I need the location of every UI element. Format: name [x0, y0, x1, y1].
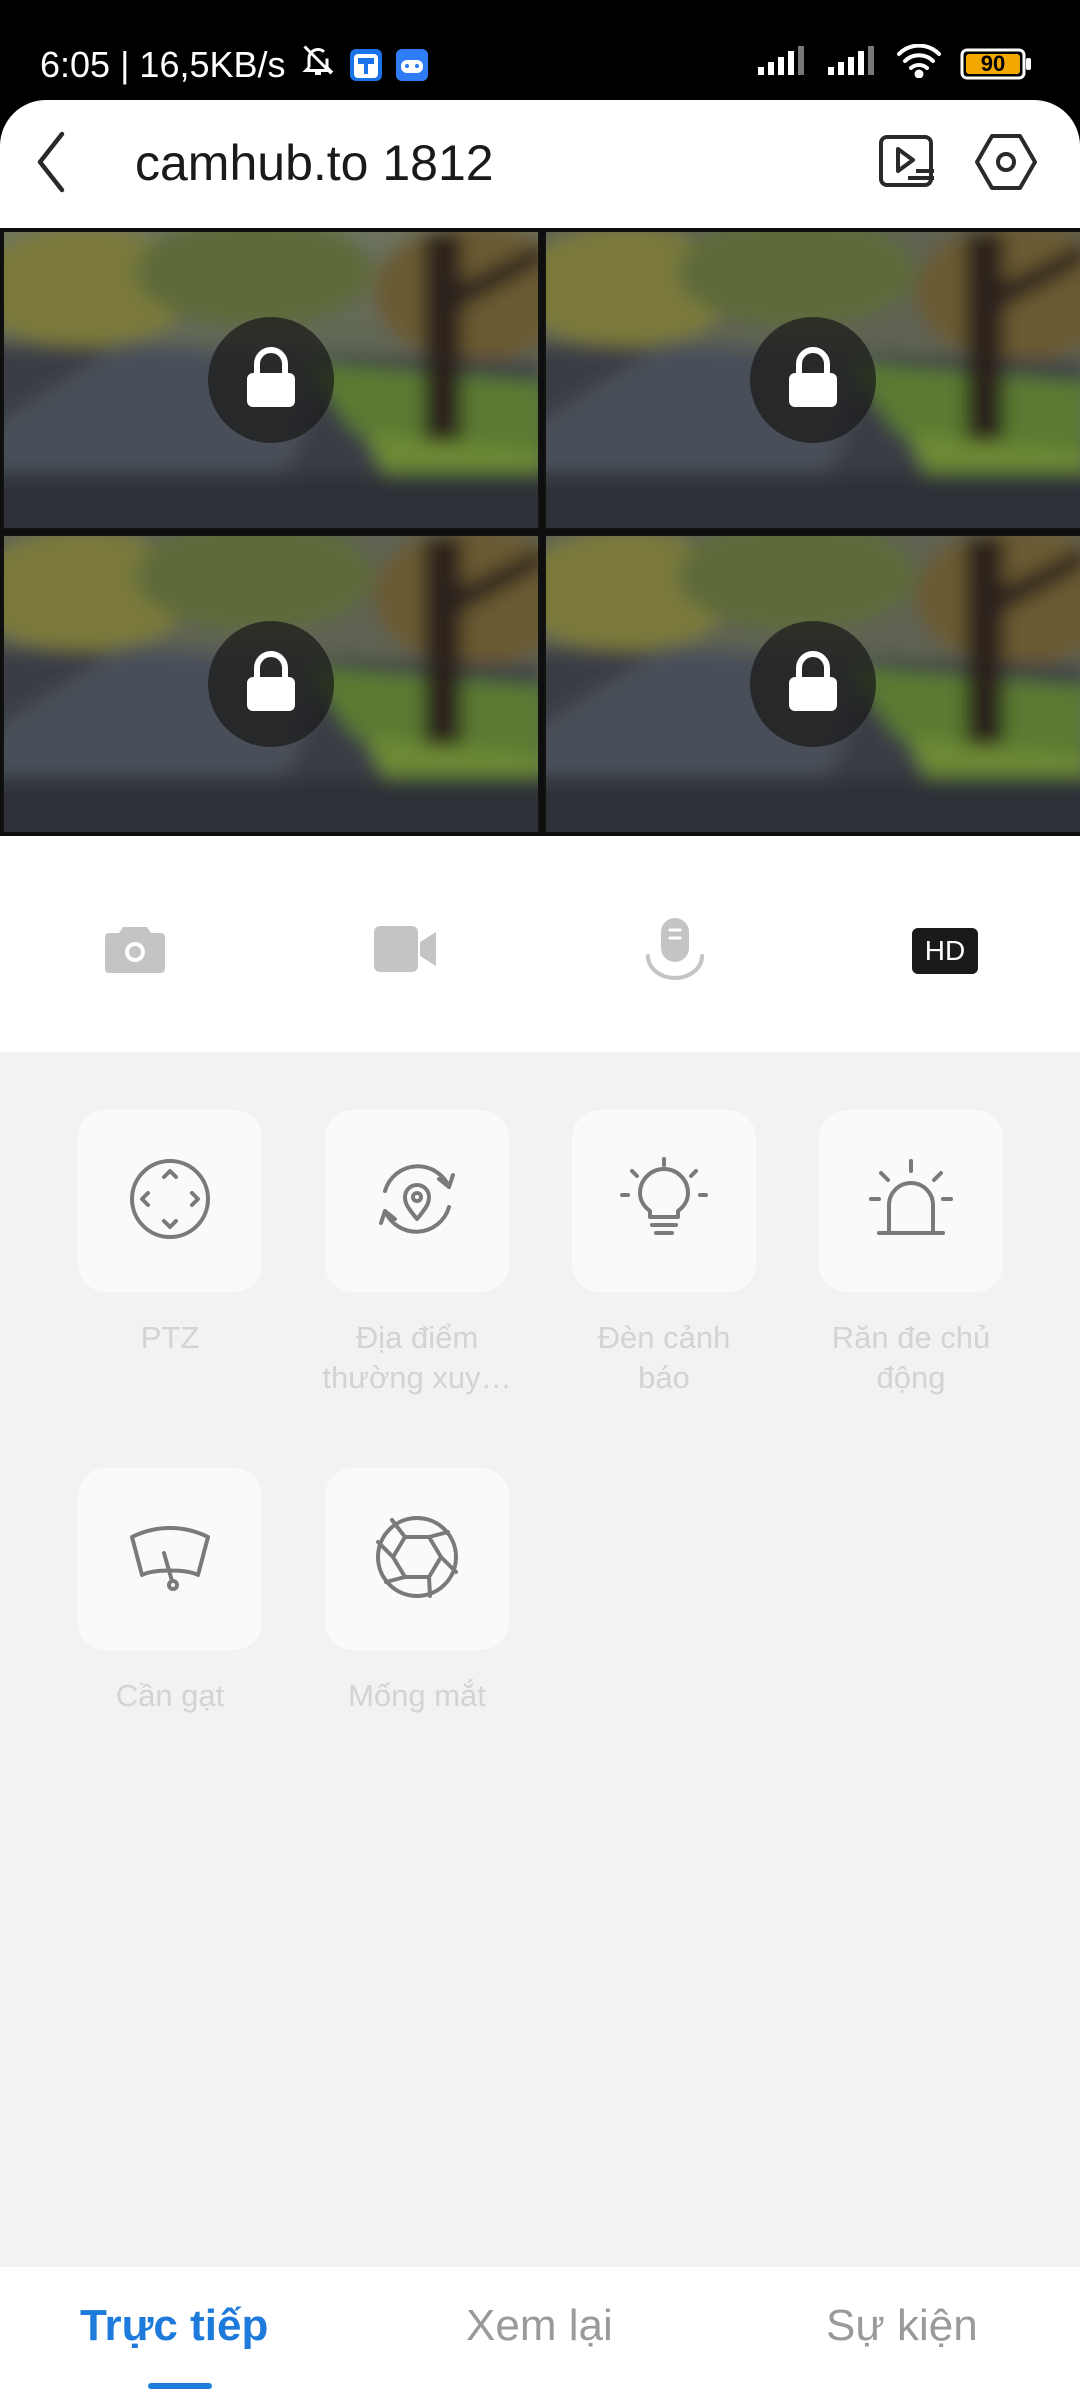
lock-button[interactable] [208, 317, 334, 443]
feature-preset-text: Địa điểm thường xuy… [322, 1320, 512, 1395]
hd-button[interactable]: HD [900, 906, 990, 996]
camera-tile-3[interactable] [2, 534, 540, 834]
status-right: 90 [756, 43, 1032, 83]
feature-iris-tile [325, 1468, 509, 1650]
tab-playback[interactable]: Xem lại [466, 2301, 613, 2351]
feature-preset-tile [325, 1110, 509, 1292]
wifi-icon [896, 43, 942, 83]
feature-light-label: Đèn cảnh báo [597, 1320, 731, 1395]
lock-icon [243, 345, 299, 416]
feature-preset[interactable]: Địa điểm thường xuy… [322, 1110, 512, 1398]
tab-events[interactable]: Sự kiện [826, 2301, 978, 2351]
siren-icon [867, 1155, 955, 1248]
camera-tile-1[interactable] [2, 230, 540, 530]
video-grid [0, 228, 1080, 836]
screen: camhub.to 1812 HD PTZ Địa điểm thường xu… [0, 100, 1080, 2400]
feature-ptz-label: PTZ [140, 1320, 200, 1355]
signal-icon [756, 45, 808, 82]
lock-icon [785, 649, 841, 720]
bulb-icon [620, 1155, 708, 1248]
header: camhub.to 1812 [0, 100, 1080, 228]
page-title: camhub.to 1812 [135, 135, 494, 191]
lock-button[interactable] [750, 621, 876, 747]
control-bar: HD [0, 836, 1080, 1052]
camera-tile-2[interactable] [544, 230, 1080, 530]
record-button[interactable] [360, 906, 450, 996]
playback-list-icon [878, 134, 938, 195]
feature-wiper-tile [78, 1468, 262, 1650]
aperture-icon [374, 1514, 460, 1605]
tab-active-indicator [148, 2383, 212, 2389]
feature-ptz[interactable]: PTZ [78, 1110, 262, 1358]
lock-button[interactable] [208, 621, 334, 747]
feature-panel: PTZ Địa điểm thường xuy… Đèn cảnh báo Ră… [0, 1052, 1080, 2267]
status-bar: 6:05 | 16,5KB/s 90 [0, 0, 1080, 100]
status-time-speed: 6:05 | 16,5KB/s [40, 43, 286, 85]
feature-siren-tile [819, 1110, 1003, 1292]
settings-hex-icon [974, 132, 1038, 197]
feature-ptz-tile [78, 1110, 262, 1292]
snapshot-button[interactable] [90, 906, 180, 996]
battery-icon: 90 [960, 47, 1032, 81]
microphone-icon [643, 916, 707, 987]
lock-button[interactable] [750, 317, 876, 443]
wiper-icon [128, 1515, 212, 1604]
feature-iris[interactable]: Mống mắt [325, 1468, 509, 1716]
gamepad-icon [395, 48, 428, 81]
tab-live[interactable]: Trực tiếp [80, 2301, 268, 2351]
app-icon [349, 48, 382, 81]
camera-tile-4[interactable] [544, 534, 1080, 834]
bottom-tabs: Trực tiếp Xem lại Sự kiện [0, 2267, 1080, 2400]
feature-siren-label: Răn đe chủ động [831, 1320, 991, 1395]
back-button[interactable] [16, 128, 88, 200]
back-icon [32, 130, 72, 199]
feature-wiper-label: Cần gạt [115, 1678, 225, 1713]
ptz-icon [128, 1157, 212, 1246]
lock-icon [243, 649, 299, 720]
feature-light[interactable]: Đèn cảnh báo [572, 1110, 756, 1398]
talk-button[interactable] [630, 906, 720, 996]
camera-icon [103, 923, 167, 980]
hd-badge: HD [912, 928, 978, 974]
feature-siren[interactable]: Răn đe chủ động [819, 1110, 1003, 1398]
feature-light-tile [572, 1110, 756, 1292]
status-left: 6:05 | 16,5KB/s [40, 42, 428, 87]
video-icon [372, 924, 438, 979]
bell-off-icon [300, 42, 336, 87]
settings-button[interactable] [970, 128, 1042, 200]
feature-wiper[interactable]: Cần gạt [78, 1468, 262, 1716]
feature-preset-label: Địa điểm thường xuy… [317, 1318, 517, 1398]
battery-level: 90 [980, 50, 1006, 76]
lock-icon [785, 345, 841, 416]
feature-iris-label: Mống mắt [348, 1678, 486, 1713]
playback-list-button[interactable] [872, 128, 944, 200]
signal-icon [826, 45, 878, 82]
location-rotate-icon [375, 1157, 459, 1246]
